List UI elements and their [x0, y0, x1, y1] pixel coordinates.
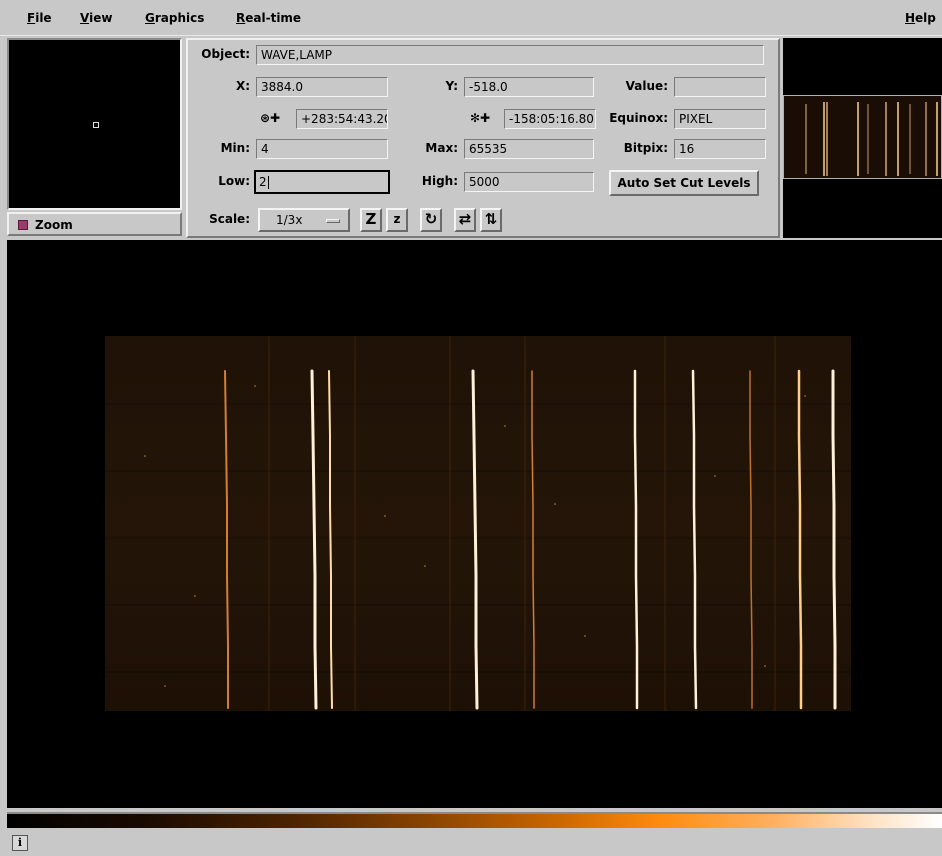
high-label: High: [421, 174, 458, 188]
zoom-label: Zoom [35, 218, 73, 232]
option-menu-indicator-icon [326, 219, 340, 223]
rotate-button[interactable]: ↻ [420, 208, 442, 232]
max-label: Max: [425, 141, 458, 155]
text-cursor [267, 176, 269, 189]
object-label: Object: [201, 47, 250, 61]
zoom-cursor-marker [93, 122, 99, 128]
status-bar: i [0, 830, 942, 856]
menu-realtime[interactable]: Real-time [236, 11, 301, 25]
bitpix-label: Bitpix: [623, 141, 668, 155]
value-field [674, 77, 766, 97]
high-input[interactable]: 5000 [464, 172, 594, 192]
scale-label: Scale: [209, 212, 250, 226]
pan-thumbnail-spectrum [805, 102, 938, 176]
zoom-out-big-button[interactable]: Z [360, 208, 382, 232]
pan-thumbnail[interactable] [783, 95, 942, 179]
x-field: 3884.0 [256, 77, 388, 97]
scale-value: 1/3x [276, 213, 303, 227]
x-label: X: [235, 79, 250, 93]
low-label: Low: [218, 174, 250, 188]
equinox-label: Equinox: [609, 111, 668, 125]
pan-window[interactable] [783, 38, 942, 238]
dec-icon: ✻✚ [470, 111, 491, 125]
spectrum-image[interactable] [105, 336, 851, 711]
rotate-icon: ↻ [424, 210, 438, 228]
zoom-toggle-button[interactable]: Zoom [7, 212, 182, 236]
value-label: Value: [625, 79, 668, 93]
auto-set-cut-levels-button[interactable]: Auto Set Cut Levels [609, 170, 759, 196]
ra-field: +283:54:43.20 [296, 109, 388, 129]
image-display[interactable] [7, 240, 942, 808]
menu-graphics[interactable]: Graphics [145, 11, 204, 25]
info-icon[interactable]: i [12, 835, 28, 851]
flip-x-icon: ⇄ [458, 210, 472, 228]
scale-select[interactable]: 1/3x [258, 208, 350, 232]
menu-view[interactable]: View [80, 11, 112, 25]
object-field: WAVE,LAMP [256, 45, 764, 65]
max-field: 65535 [464, 139, 594, 159]
y-field: -518.0 [464, 77, 594, 97]
zoom-in-small-button[interactable]: z [386, 208, 408, 232]
zoom-checkbox-indicator[interactable] [18, 220, 28, 230]
spectral-lines [105, 336, 851, 711]
flip-x-button[interactable]: ⇄ [454, 208, 476, 232]
menu-help[interactable]: Help [905, 11, 936, 25]
flip-y-icon: ⇅ [484, 210, 498, 228]
ra-icon: ⊛✚ [260, 111, 281, 125]
colorbar[interactable] [7, 812, 942, 828]
min-label: Min: [220, 141, 250, 155]
min-field: 4 [256, 139, 388, 159]
menu-file[interactable]: File [27, 11, 52, 25]
image-info-panel: Object: WAVE,LAMP X: 3884.0 Y: -518.0 Va… [186, 38, 780, 238]
flip-y-button[interactable]: ⇅ [480, 208, 502, 232]
equinox-field: PIXEL [674, 109, 766, 129]
dec-field: -158:05:16.80 [504, 109, 596, 129]
y-label: Y: [445, 79, 458, 93]
zoom-out-big-icon: Z [365, 210, 377, 228]
low-input[interactable]: 2 [254, 170, 390, 194]
zoom-window[interactable] [7, 38, 182, 210]
bitpix-field: 16 [674, 139, 766, 159]
menu-bar: File View Graphics Real-time Help [0, 0, 942, 36]
zoom-in-small-icon: z [393, 212, 401, 226]
